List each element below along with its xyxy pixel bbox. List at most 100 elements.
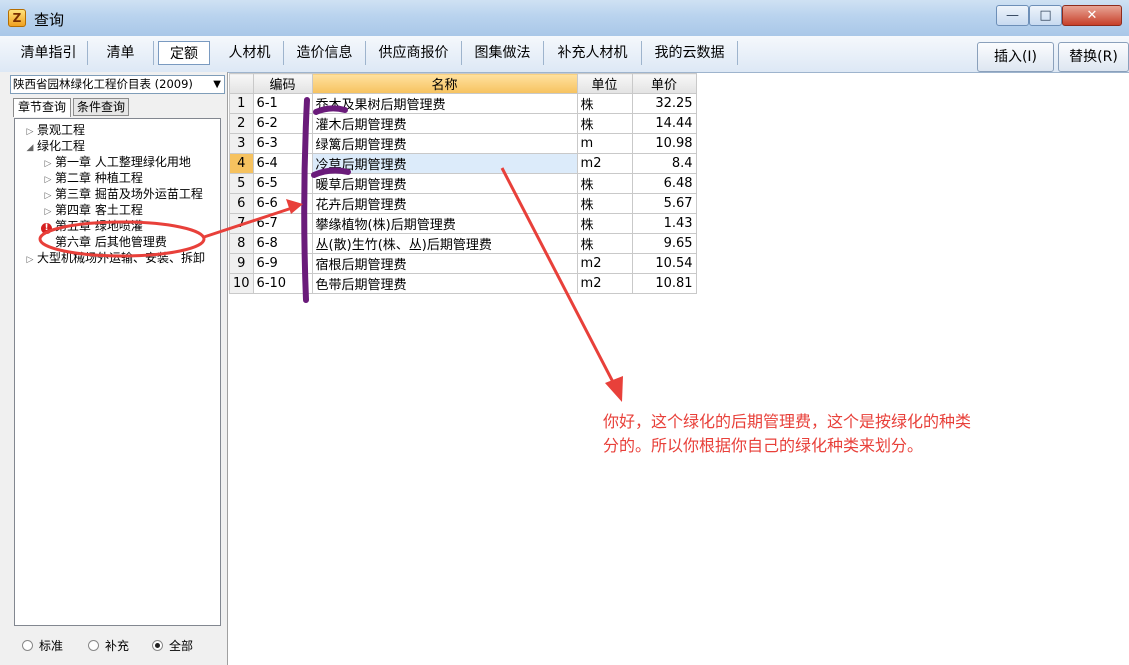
- unit-cell[interactable]: 株: [576, 93, 633, 114]
- tab-list-guide[interactable]: 清单指引: [10, 41, 88, 65]
- name-cell[interactable]: 宿根后期管理费: [311, 253, 578, 274]
- unit-cell[interactable]: 株: [576, 193, 633, 214]
- row-number-cell[interactable]: 6: [229, 193, 254, 214]
- tab-supplier-quote[interactable]: 供应商报价: [366, 41, 462, 65]
- code-cell[interactable]: 6-10: [252, 273, 313, 294]
- table-row[interactable]: 6 6-6 花卉后期管理费株 5.67: [229, 193, 697, 214]
- price-cell[interactable]: 14.44: [631, 113, 697, 134]
- table-row[interactable]: 8 6-8 丛(散)生竹(株、丛)后期管理费株 9.65: [229, 233, 697, 254]
- table-row[interactable]: 7 6-7 攀缘植物(株)后期管理费株 1.43: [229, 213, 697, 234]
- tab-quota[interactable]: 定额: [158, 41, 210, 65]
- row-number-cell[interactable]: 10: [229, 273, 254, 294]
- column-header-price[interactable]: 单价: [631, 73, 697, 94]
- unit-cell[interactable]: 株: [576, 113, 633, 134]
- insert-button[interactable]: 插入(I): [977, 42, 1054, 72]
- name-cell[interactable]: 色带后期管理费: [311, 273, 578, 294]
- chapter-tree: ▷ 景观工程 ◢ 绿化工程 ▷ 第一章 人工整理绿化用地 ▷ 第二章 种植工程 ▷ 第三章…: [14, 118, 221, 626]
- maximize-button[interactable]: □: [1029, 5, 1062, 26]
- row-number-cell[interactable]: 8: [229, 233, 254, 254]
- unit-cell[interactable]: 株: [576, 213, 633, 234]
- tab-supplement-lmm[interactable]: 补充人材机: [544, 41, 642, 65]
- unit-cell[interactable]: m2: [576, 253, 633, 274]
- name-cell[interactable]: 丛(散)生竹(株、丛)后期管理费: [311, 233, 578, 254]
- code-cell[interactable]: 6-5: [252, 173, 313, 194]
- radio-standard[interactable]: 标准: [22, 637, 63, 654]
- name-cell[interactable]: 乔木及果树后期管理费: [311, 93, 578, 114]
- catalog-select[interactable]: 陕西省园林绿化工程价目表 (2009) ▼: [10, 75, 225, 94]
- dropdown-arrow-icon[interactable]: ▼: [213, 76, 221, 93]
- code-cell[interactable]: 6-7: [252, 213, 313, 234]
- radio-all[interactable]: 全部: [152, 637, 193, 654]
- price-cell[interactable]: 32.25: [631, 93, 697, 114]
- name-cell[interactable]: 花卉后期管理费: [311, 193, 578, 214]
- column-header-name[interactable]: 名称: [311, 73, 578, 94]
- unit-cell[interactable]: m2: [576, 153, 633, 174]
- radio-supplement[interactable]: 补充: [88, 637, 129, 654]
- row-number-cell[interactable]: 1: [229, 93, 254, 114]
- code-cell[interactable]: 6-2: [252, 113, 313, 134]
- code-cell[interactable]: 6-9: [252, 253, 313, 274]
- table-row[interactable]: 4 6-4 冷草后期管理费 m2 8.4: [229, 153, 697, 174]
- code-cell[interactable]: 6-6: [252, 193, 313, 214]
- tab-cost-info[interactable]: 造价信息: [284, 41, 366, 65]
- code-cell[interactable]: 6-4: [252, 153, 313, 174]
- tab-atlas-method[interactable]: 图集做法: [462, 41, 544, 65]
- row-number-cell[interactable]: 3: [229, 133, 254, 154]
- table-row[interactable]: 1 6-1 乔木及果树后期管理费株 32.25: [229, 93, 697, 114]
- name-cell[interactable]: 冷草后期管理费: [311, 153, 578, 174]
- tree-node[interactable]: ▷ 大型机械场外运输、安装、拆卸: [23, 250, 205, 268]
- name-cell[interactable]: 攀缘植物(株)后期管理费: [311, 213, 578, 234]
- row-number-cell[interactable]: 9: [229, 253, 254, 274]
- close-button[interactable]: ✕: [1062, 5, 1122, 26]
- tab-labor-material-machine[interactable]: 人材机: [216, 41, 284, 65]
- price-cell[interactable]: 1.43: [631, 213, 697, 234]
- app-icon: Z: [8, 9, 26, 27]
- row-number-cell[interactable]: 5: [229, 173, 254, 194]
- unit-cell[interactable]: 株: [576, 173, 633, 194]
- row-number-cell[interactable]: 2: [229, 113, 254, 134]
- price-cell[interactable]: 10.98: [631, 133, 697, 154]
- catalog-select-value: 陕西省园林绿化工程价目表 (2009): [13, 77, 193, 91]
- expand-triangle-icon[interactable]: ▷: [23, 252, 37, 268]
- table-row[interactable]: 3 6-3 绿篱后期管理费 m 10.98: [229, 133, 697, 154]
- name-cell[interactable]: 暖草后期管理费: [311, 173, 578, 194]
- minimize-button[interactable]: —: [996, 5, 1029, 26]
- name-cell[interactable]: 灌木后期管理费: [311, 113, 578, 134]
- replace-button[interactable]: 替换(R): [1058, 42, 1129, 72]
- quota-grid: 编码 名称 单位 单价 1 6-1 乔木及果树后期管理费株 32.25 2 6-2 灌木后期…: [229, 73, 697, 294]
- tab-my-cloud-data[interactable]: 我的云数据: [642, 41, 738, 65]
- column-header-code[interactable]: 编码: [252, 73, 313, 94]
- tree-node-selected[interactable]: 第六章 后其他管理费: [55, 234, 167, 250]
- code-cell[interactable]: 6-1: [252, 93, 313, 114]
- radio-circle-icon[interactable]: [22, 640, 33, 651]
- code-cell[interactable]: 6-8: [252, 233, 313, 254]
- collapse-triangle-icon[interactable]: ◢: [23, 140, 37, 156]
- price-cell[interactable]: 10.81: [631, 273, 697, 294]
- price-cell[interactable]: 9.65: [631, 233, 697, 254]
- tree-node[interactable]: ! 第五章 绿地喷灌: [41, 218, 143, 234]
- window-title: 查询: [34, 11, 65, 29]
- radio-checked-icon[interactable]: [152, 640, 163, 651]
- table-row[interactable]: 10 6-10 色带后期管理费 m2 10.81: [229, 273, 697, 294]
- radio-circle-icon[interactable]: [88, 640, 99, 651]
- price-cell[interactable]: 10.54: [631, 253, 697, 274]
- price-cell[interactable]: 5.67: [631, 193, 697, 214]
- column-header-unit[interactable]: 单位: [576, 73, 633, 94]
- tab-chapter-query[interactable]: 章节查询: [13, 98, 71, 117]
- unit-cell[interactable]: m: [576, 133, 633, 154]
- price-cell[interactable]: 6.48: [631, 173, 697, 194]
- code-cell[interactable]: 6-3: [252, 133, 313, 154]
- left-panel: 陕西省园林绿化工程价目表 (2009) ▼ 章节查询 条件查询 ▷ 景观工程 ◢ 绿…: [0, 72, 228, 665]
- unit-cell[interactable]: 株: [576, 233, 633, 254]
- grid-body: 1 6-1 乔木及果树后期管理费株 32.25 2 6-2 灌木后期管理费株 14.44 3 6-…: [229, 93, 697, 294]
- row-number-cell[interactable]: 7: [229, 213, 254, 234]
- row-number-cell[interactable]: 4: [229, 153, 254, 174]
- table-row[interactable]: 9 6-9 宿根后期管理费 m2 10.54: [229, 253, 697, 274]
- tab-list[interactable]: 清单: [88, 41, 154, 65]
- price-cell[interactable]: 8.4: [631, 153, 697, 174]
- unit-cell[interactable]: m2: [576, 273, 633, 294]
- table-row[interactable]: 5 6-5 暖草后期管理费株 6.48: [229, 173, 697, 194]
- table-row[interactable]: 2 6-2 灌木后期管理费株 14.44: [229, 113, 697, 134]
- name-cell[interactable]: 绿篱后期管理费: [311, 133, 578, 154]
- tab-condition-query[interactable]: 条件查询: [73, 98, 129, 116]
